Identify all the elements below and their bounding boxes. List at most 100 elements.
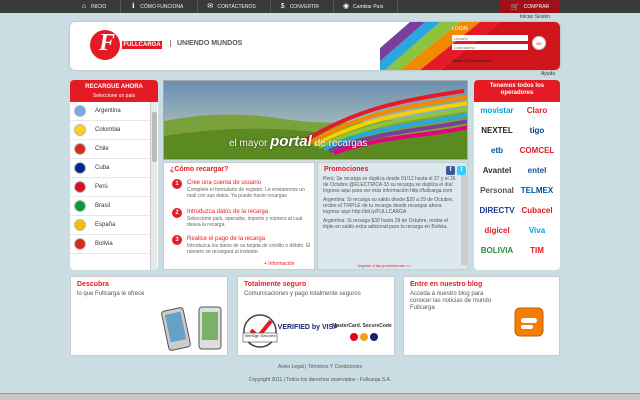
username-input[interactable] [452, 35, 528, 41]
scrollbar-thumb[interactable] [152, 112, 157, 162]
globe-icon: ◉ [342, 2, 350, 10]
operator-logo[interactable]: TELMEX [518, 186, 556, 195]
country-name: Chile [95, 146, 109, 152]
forgot-password-link[interactable]: Olvidó Mi Contraseña [452, 58, 490, 63]
flag-icon [74, 181, 86, 193]
discover-card[interactable]: Descubra lo que Fullcarga le ofrece [70, 276, 228, 356]
phones-image [161, 306, 222, 351]
facebook-icon[interactable]: f [446, 166, 455, 175]
hero-banner[interactable]: el mayor portal de recargas [163, 80, 468, 160]
country-name: Colombia [95, 127, 121, 133]
operator-logo[interactable]: Avantel [478, 166, 516, 175]
country-name: España [95, 222, 116, 228]
operators-title: Tenemos todos los operadores [474, 80, 560, 102]
verisign-text: VeriSign Secured [245, 333, 276, 338]
login-submit-button[interactable]: OK [532, 36, 546, 50]
country-list-scrollbar[interactable] [150, 102, 157, 270]
operator-logo[interactable]: TIM [518, 246, 556, 255]
country-item[interactable]: Cuba [70, 159, 150, 178]
operator-logo[interactable]: digicel [478, 226, 516, 235]
operator-logo[interactable]: entel [518, 166, 556, 175]
security-subtitle: Comunicaciones y pago totalmente seguros [244, 291, 361, 297]
login-link[interactable]: Iniciar Sesión [520, 14, 550, 20]
step-title[interactable]: Introduzca datos de la recarga [187, 209, 268, 215]
security-card: Totalmente seguro Comunicaciones y pago … [237, 276, 395, 356]
flag-icon [74, 143, 86, 155]
nav-como-funciona[interactable]: ℹ CÓMO FUNCIONA [121, 0, 199, 13]
operator-logo[interactable]: Claro [518, 106, 556, 115]
promotions-more-link[interactable]: Ingrese a las promociones >> [358, 263, 411, 268]
discover-title: Descubra [77, 281, 109, 288]
step-number: 3 [172, 235, 182, 245]
nav-inicio[interactable]: ⌂ INICIO [72, 0, 122, 13]
blog-title: Entre en nuestro blog [410, 281, 483, 288]
more-info-link[interactable]: + Información [264, 261, 294, 267]
operator-logo[interactable]: etb [478, 146, 516, 155]
blog-card[interactable]: Entre en nuestro blog Acceda a nuestro b… [403, 276, 560, 356]
security-title: Totalmente seguro [244, 281, 307, 288]
country-name: Argentina [95, 108, 121, 114]
cart-button[interactable]: 🛒 COMPRAR [500, 0, 560, 13]
country-selector: RECARGUE AHORA Seleccione un país Argent… [70, 80, 158, 270]
operator-logo[interactable]: COMCEL [518, 146, 556, 155]
operator-logo[interactable]: tigo [518, 126, 556, 135]
tagline: UNIENDO MUNDOS [170, 40, 242, 47]
country-name: Bolivia [95, 241, 113, 247]
flag-icon [74, 219, 86, 231]
operator-logo[interactable]: movistar [478, 106, 516, 115]
footer-links[interactable]: Aviso Legal | Términos Y Condiciones [0, 364, 640, 370]
country-list: Argentina Colombia Chile Cuba Perú Brasil Espa… [70, 102, 158, 254]
browser-status-bar [0, 393, 640, 400]
step-title[interactable]: Realice el pago de la recarga [187, 236, 265, 242]
security-badges: VeriSign Secured VERIFIED by VISA Master… [242, 314, 392, 348]
country-selector-header: RECARGUE AHORA Seleccione un país [70, 80, 158, 102]
nav-label: CÓMO FUNCIONA [140, 3, 184, 10]
promo-item: Perú: Se recarga se duplica desde 01/12 … [323, 176, 456, 194]
promo-item: Argentina: Si recarga $30 hasta 29 de Oc… [323, 218, 449, 230]
password-input[interactable] [452, 44, 528, 50]
country-name: Perú [95, 184, 108, 190]
country-item[interactable]: Bolivia [70, 235, 150, 254]
help-link[interactable]: Ayuda [541, 71, 555, 77]
operator-logo[interactable]: NEXTEL [478, 126, 516, 135]
cart-icon: 🛒 [510, 3, 520, 11]
step-title[interactable]: Cree una cuenta de usuario [187, 180, 261, 186]
discover-subtitle: lo que Fullcarga le ofrece [77, 291, 145, 297]
top-nav: ⌂ INICIO ℹ CÓMO FUNCIONA ✉ CONTÁCTENOS $ CON… [72, 0, 399, 13]
operator-logo[interactable]: Cubacel [518, 206, 556, 215]
mastercard-text: MasterCard. SecureCode [332, 323, 392, 329]
flag-icon [74, 238, 86, 250]
country-item[interactable]: Argentina [70, 102, 150, 121]
country-item[interactable]: Perú [70, 178, 150, 197]
nav-contactenos[interactable]: ✉ CONTÁCTENOS [198, 0, 271, 13]
twitter-icon[interactable]: t [457, 166, 466, 175]
country-item[interactable]: Chile [70, 140, 150, 159]
home-icon: ⌂ [81, 2, 87, 10]
operator-logo[interactable]: Viva [518, 226, 556, 235]
operator-logo[interactable]: BOLIVIA [478, 246, 516, 255]
how-to-recharge-panel: ¿Cómo recargar? 1 Cree una cuenta de usu… [163, 162, 315, 270]
promo-item: Argentina: Si recarga su saldo desde $30… [323, 197, 454, 215]
nav-label: INICIO [91, 3, 107, 10]
flag-icon [74, 105, 86, 117]
step-description: Introduzca los datos de su tarjeta de cr… [187, 243, 311, 255]
step-number: 1 [172, 179, 182, 189]
step-description: Complete el formulario de registro. Le e… [187, 187, 305, 199]
blog-icon[interactable] [514, 307, 544, 337]
nav-convertir[interactable]: $ CONVERTIR [271, 0, 335, 13]
banner-bold: portal [270, 133, 312, 150]
login-title: LOGIN [452, 26, 468, 32]
country-item[interactable]: Colombia [70, 121, 150, 140]
country-item[interactable]: Brasil [70, 197, 150, 216]
country-item[interactable]: España [70, 216, 150, 235]
operator-logo[interactable]: Personal [478, 186, 516, 195]
nav-label: CONVERTIR [289, 3, 320, 10]
operator-logo[interactable]: DIRECTV [478, 206, 516, 215]
nav-cambiar-pais[interactable]: ◉ Cambiar País [334, 0, 399, 13]
blog-subtitle: Acceda a nuestro blog para conocer las n… [410, 291, 492, 311]
footer-copyright: Copyright 2011 | Todos los derechos rese… [248, 377, 392, 383]
promotions-scrollbar[interactable] [461, 175, 467, 265]
flag-icon [74, 124, 86, 136]
promotions-panel: Promociones f t Perú: Se recarga se dupl… [317, 162, 468, 270]
banner-pre: el mayor [229, 138, 268, 149]
